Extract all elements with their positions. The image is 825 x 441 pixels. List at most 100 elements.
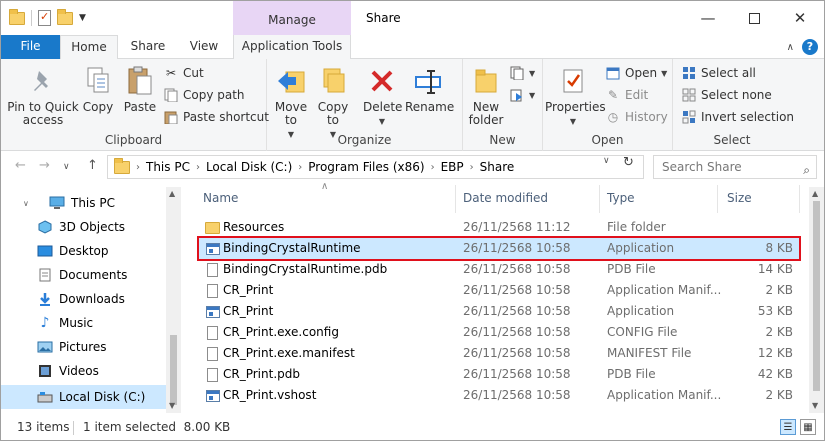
minimize-button[interactable]: —	[685, 1, 731, 35]
forward-arrow-icon[interactable]: →	[39, 158, 50, 173]
copy-to-button[interactable]: Copy to ▼	[315, 63, 351, 141]
breadcrumb-share[interactable]: Share	[480, 160, 515, 174]
file-row-cr-print-vshost[interactable]: CR_Print.vshost 26/11/2568 10:58 Applica…	[199, 385, 799, 406]
nav-item-music[interactable]: ♪ Music	[1, 311, 166, 335]
tab-application-tools[interactable]: Application Tools	[233, 35, 351, 59]
back-arrow-icon[interactable]: ←	[15, 158, 26, 173]
file-row-bindingcrystalruntime[interactable]: BindingCrystalRuntime 26/11/2568 10:58 A…	[197, 236, 801, 261]
large-icons-view-icon[interactable]: ▦	[800, 419, 816, 435]
nav-scrollbar[interactable]: ▲ ▼	[166, 187, 181, 413]
maximize-button[interactable]	[731, 1, 777, 35]
column-header-name[interactable]: Name	[203, 181, 238, 215]
file-row-cr-print-config[interactable]: CR_Print.exe.config 26/11/2568 10:58 CON…	[199, 322, 799, 343]
scroll-up-icon[interactable]: ▲	[169, 189, 175, 198]
breadcrumb-ebp[interactable]: EBP	[441, 160, 464, 174]
refresh-icon[interactable]: ↻	[623, 155, 634, 170]
address-bar[interactable]: › This PC › Local Disk (C:) › Program Fi…	[107, 155, 644, 179]
breadcrumb-separator-icon[interactable]: ›	[196, 162, 200, 173]
help-icon[interactable]: ?	[802, 39, 818, 55]
tab-home[interactable]: Home	[60, 35, 118, 60]
new-folder-label: New folder	[468, 100, 504, 127]
pin-to-quick-access-button[interactable]: Pin to Quick access	[7, 63, 79, 127]
paste-button[interactable]: Paste	[121, 63, 159, 114]
search-placeholder: Search Share	[662, 160, 742, 174]
rename-button[interactable]: Rename	[405, 63, 454, 114]
cut-button[interactable]: ✂ Cut	[163, 63, 204, 83]
tab-file[interactable]: File	[1, 35, 60, 59]
properties-icon[interactable]	[38, 10, 51, 26]
easy-access-button[interactable]: ▼	[509, 85, 535, 105]
scroll-down-icon[interactable]: ▼	[169, 401, 175, 410]
file-row-cr-print-manifest[interactable]: CR_Print 26/11/2568 10:58 Application Ma…	[199, 280, 799, 301]
file-row-cr-print-pdb[interactable]: CR_Print.pdb 26/11/2568 10:58 PDB File 4…	[199, 364, 799, 385]
file-row-bindingcrystalruntime-pdb[interactable]: BindingCrystalRuntime.pdb 26/11/2568 10:…	[199, 259, 799, 280]
collapse-icon[interactable]: ∨	[23, 199, 29, 208]
column-header-type[interactable]: Type	[607, 181, 635, 215]
file-row-resources[interactable]: Resources 26/11/2568 11:12 File folder	[199, 217, 799, 238]
copy-path-button[interactable]: Copy path	[163, 85, 245, 105]
file-list-scrollbar-thumb[interactable]	[813, 201, 820, 391]
file-row-cr-print-app[interactable]: CR_Print 26/11/2568 10:58 Application 53…	[199, 301, 799, 322]
easy-access-icon	[509, 87, 525, 103]
close-button[interactable]: ✕	[777, 1, 823, 35]
open-button[interactable]: Open ▼	[605, 63, 667, 83]
move-to-button[interactable]: Move to ▼	[273, 63, 309, 141]
file-list-scrollbar[interactable]: ▲ ▼	[809, 187, 824, 413]
edit-label: Edit	[625, 88, 649, 102]
breadcrumb-separator-icon[interactable]: ›	[136, 162, 140, 173]
column-divider[interactable]	[717, 185, 718, 213]
nav-item-desktop[interactable]: Desktop	[1, 239, 166, 263]
collapse-ribbon-icon[interactable]: ∧	[787, 42, 794, 53]
column-divider[interactable]	[599, 185, 600, 213]
nav-item-downloads[interactable]: Downloads	[1, 287, 166, 311]
breadcrumb-separator-icon[interactable]: ›	[470, 162, 474, 173]
up-arrow-icon[interactable]: ↑	[87, 158, 98, 173]
new-folder-button[interactable]: New folder	[465, 63, 507, 127]
column-header-date[interactable]: Date modified	[463, 181, 548, 215]
nav-item-local-disk[interactable]: Local Disk (C:)	[1, 385, 166, 409]
nav-item-this-pc[interactable]: ∨ This PC	[1, 191, 166, 215]
tab-share[interactable]: Share	[122, 35, 174, 59]
invert-selection-button[interactable]: Invert selection	[681, 107, 794, 127]
search-input[interactable]: Search Share ⌕	[653, 155, 817, 179]
details-view-icon[interactable]: ☰	[780, 419, 796, 435]
search-icon[interactable]: ⌕	[803, 159, 810, 181]
nav-item-3d-objects[interactable]: 3D Objects	[1, 215, 166, 239]
file-row-cr-print-exe-manifest[interactable]: CR_Print.exe.manifest 26/11/2568 10:58 M…	[199, 343, 799, 364]
breadcrumb-separator-icon[interactable]: ›	[431, 162, 435, 173]
nav-scrollbar-thumb[interactable]	[170, 335, 177, 405]
breadcrumb-local-disk[interactable]: Local Disk (C:)	[206, 160, 292, 174]
select-none-button[interactable]: Select none	[681, 85, 772, 105]
breadcrumb-separator-icon[interactable]: ›	[298, 162, 302, 173]
new-item-button[interactable]: ▼	[509, 63, 535, 83]
properties-button[interactable]: Properties ▼	[545, 63, 606, 128]
nav-item-pictures[interactable]: Pictures	[1, 335, 166, 359]
delete-button[interactable]: Delete ▼	[363, 63, 402, 128]
properties-dropdown-icon: ▼	[569, 117, 577, 126]
new-folder-icon[interactable]	[57, 8, 73, 25]
address-dropdown-icon[interactable]: ∨	[603, 156, 610, 166]
select-all-button[interactable]: Select all	[681, 63, 756, 83]
scroll-down-icon[interactable]: ▼	[812, 401, 818, 410]
folder-icon[interactable]	[9, 8, 25, 25]
scroll-up-icon[interactable]: ▲	[812, 189, 818, 198]
edit-button[interactable]: ✎ Edit	[605, 85, 648, 105]
clipboard-group: Pin to Quick access Copy Paste ✂ Cut Cop…	[1, 59, 269, 151]
breadcrumb-program-files[interactable]: Program Files (x86)	[308, 160, 424, 174]
breadcrumb-this-pc[interactable]: This PC	[146, 160, 190, 174]
nav-item-documents[interactable]: Documents	[1, 263, 166, 287]
column-header-size[interactable]: Size	[727, 181, 752, 215]
file-name: CR_Print.exe.config	[223, 325, 339, 339]
history-button[interactable]: ◷ History	[605, 107, 668, 127]
recent-locations-icon[interactable]: ∨	[63, 162, 70, 172]
tab-view[interactable]: View	[179, 35, 229, 59]
customize-toolbar-icon[interactable]: ▼	[79, 13, 86, 23]
column-divider[interactable]	[799, 185, 800, 213]
column-divider[interactable]	[455, 185, 456, 213]
desktop-icon	[37, 243, 53, 259]
nav-item-videos[interactable]: Videos	[1, 359, 166, 383]
paste-shortcut-button[interactable]: Paste shortcut	[163, 107, 269, 127]
select-all-label: Select all	[701, 66, 756, 80]
invert-selection-label: Invert selection	[701, 110, 795, 124]
copy-button[interactable]: Copy	[81, 63, 115, 114]
